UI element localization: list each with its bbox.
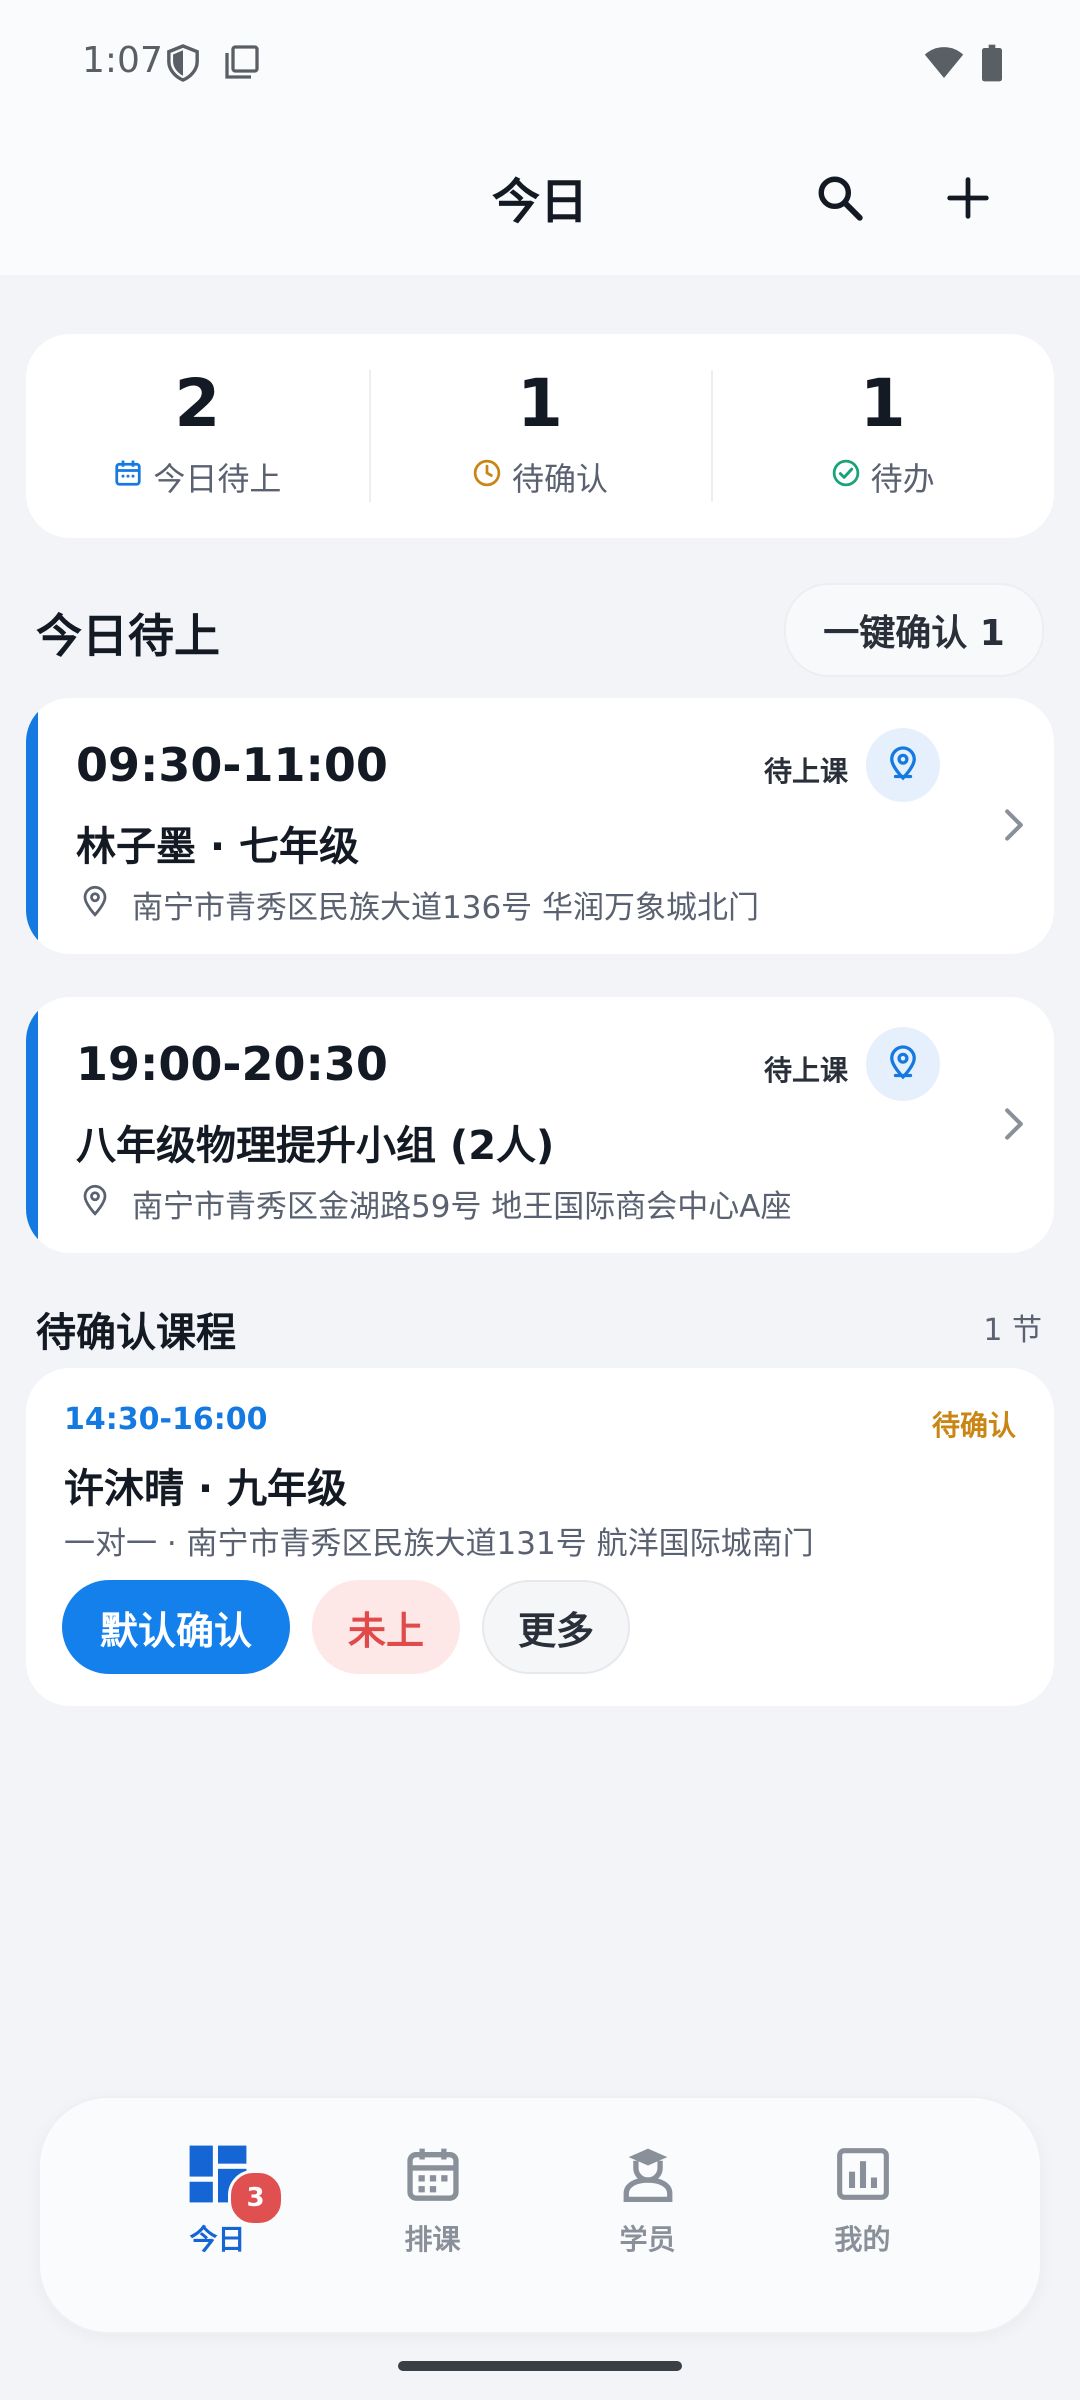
nav-label: 我的 xyxy=(834,2223,891,2256)
nav-label: 学员 xyxy=(619,2223,676,2256)
lesson-address: 南宁市青秀区金湖路59号 地王国际商会中心A座 xyxy=(132,1189,792,1225)
section-title-pending: 待确认课程 xyxy=(36,1310,236,1356)
calendar-icon xyxy=(404,2145,462,2207)
check-circle-icon xyxy=(831,458,861,496)
app-bar: 今日 xyxy=(0,130,1080,275)
screenshot-icon xyxy=(224,44,260,86)
stat-label: 待确认 xyxy=(512,460,609,498)
chart-icon xyxy=(835,2146,891,2206)
not-attended-button[interactable]: 未上 xyxy=(312,1580,460,1674)
navigate-button[interactable] xyxy=(866,1027,940,1101)
navigate-button[interactable] xyxy=(866,728,940,802)
notification-badge: 3 xyxy=(227,2170,284,2226)
stat-label: 今日待上 xyxy=(153,460,282,498)
search-button[interactable] xyxy=(800,160,880,240)
location-icon xyxy=(80,1183,110,1225)
chevron-right-icon xyxy=(1002,808,1026,846)
stat-value: 1 xyxy=(859,365,906,442)
status-time: 1:07 xyxy=(82,40,163,81)
location-icon xyxy=(80,884,110,926)
bottom-nav: 3 今日 排课 学员 我的 xyxy=(38,2096,1042,2334)
more-button[interactable]: 更多 xyxy=(482,1580,630,1674)
pending-lesson-card[interactable]: 14:30-16:00 待确认 许沐晴 · 九年级 一对一 · 南宁市青秀区民族… xyxy=(26,1368,1054,1706)
section-title-today: 今日待上 xyxy=(36,609,220,663)
home-indicator[interactable] xyxy=(398,2361,682,2371)
pending-detail: 一对一 · 南宁市青秀区民族大道131号 航洋国际城南门 xyxy=(64,1526,814,1562)
lesson-student: 林子墨 · 七年级 xyxy=(76,824,360,870)
pending-status: 待确认 xyxy=(931,1409,1016,1442)
search-icon xyxy=(815,173,865,227)
pending-time: 14:30-16:00 xyxy=(64,1402,268,1437)
student-icon xyxy=(619,2145,677,2207)
nav-label: 排课 xyxy=(404,2223,461,2256)
stat-to-confirm[interactable]: 1 待确认 xyxy=(368,334,712,538)
add-button[interactable] xyxy=(928,160,1008,240)
chevron-right-icon xyxy=(1002,1107,1026,1145)
stat-label: 待办 xyxy=(870,460,935,498)
stat-value: 1 xyxy=(517,365,563,442)
nav-item-today[interactable]: 3 今日 xyxy=(148,2098,288,2332)
nav-item-mine[interactable]: 我的 xyxy=(793,2098,933,2332)
calendar-icon xyxy=(113,458,143,496)
nav-item-students[interactable]: 学员 xyxy=(578,2098,718,2332)
plus-icon xyxy=(946,176,990,224)
lesson-accent-bar xyxy=(26,698,38,954)
lesson-status: 待上课 xyxy=(764,1054,849,1087)
stat-today[interactable]: 2 今日待上 xyxy=(26,334,369,538)
wifi-icon xyxy=(924,46,964,84)
lesson-accent-bar xyxy=(26,997,38,1253)
pending-student: 许沐晴 · 九年级 xyxy=(64,1466,348,1512)
stat-value: 2 xyxy=(174,365,221,442)
lesson-card[interactable]: 19:00-20:30 待上课 八年级物理提升小组 (2人) 南宁市青秀区金湖路… xyxy=(26,997,1054,1253)
stat-todo[interactable]: 1 待办 xyxy=(711,334,1054,538)
lesson-time: 19:00-20:30 xyxy=(76,1037,388,1091)
lesson-address: 南宁市青秀区民族大道136号 华润万象城北门 xyxy=(132,890,760,926)
battery-icon xyxy=(982,44,1002,86)
lesson-status: 待上课 xyxy=(764,755,849,788)
status-bar: 1:07 xyxy=(0,0,1080,130)
stats-card: 2 今日待上 1 待确认 1 待办 xyxy=(26,334,1054,538)
lesson-time: 09:30-11:00 xyxy=(76,738,388,792)
page-title: 今日 xyxy=(491,174,588,230)
location-pin-icon xyxy=(885,745,921,785)
location-pin-icon xyxy=(885,1044,921,1084)
lesson-card[interactable]: 09:30-11:00 待上课 林子墨 · 七年级 南宁市青秀区民族大道136号… xyxy=(26,698,1054,954)
nav-item-schedule[interactable]: 排课 xyxy=(363,2098,503,2332)
pending-count: 1 节 xyxy=(983,1313,1042,1348)
confirm-all-button[interactable]: 一键确认 1 xyxy=(784,583,1044,677)
lesson-student: 八年级物理提升小组 (2人) xyxy=(76,1123,555,1169)
default-confirm-button[interactable]: 默认确认 xyxy=(62,1580,290,1674)
clock-icon xyxy=(472,458,502,496)
shield-icon xyxy=(166,44,200,86)
